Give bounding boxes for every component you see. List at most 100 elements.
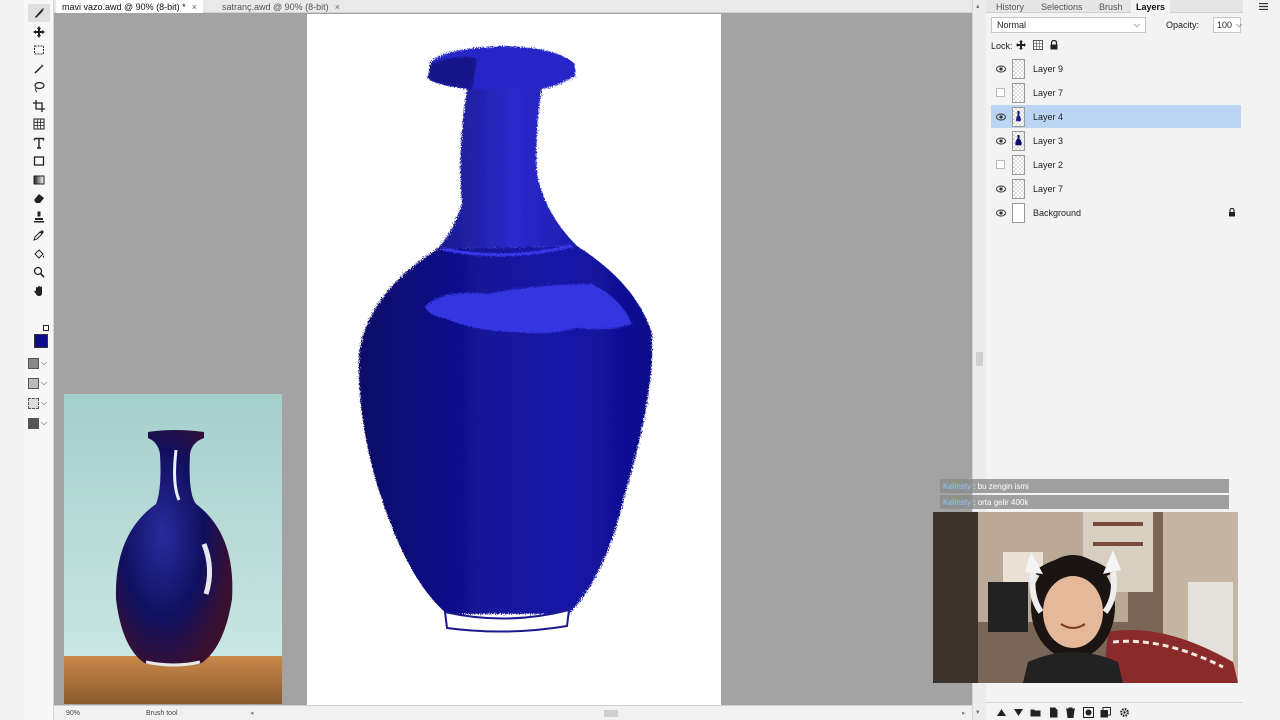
layer-row[interactable]: Layer 9 [991, 57, 1241, 80]
chat-message: Kelinsty : bu zengin ismi [940, 479, 1229, 493]
blend-mode-select[interactable]: Normal ⌵ [991, 17, 1146, 33]
visibility-eye-icon[interactable] [991, 57, 1010, 80]
layer-name: Layer 4 [1033, 111, 1064, 122]
move-layer-down-icon[interactable] [1012, 706, 1024, 718]
scroll-right-icon[interactable]: ▸ [962, 709, 966, 717]
visibility-eye-icon[interactable] [991, 129, 1010, 152]
brush-option-row-2[interactable]: ⌵ [28, 376, 52, 390]
tab-layers[interactable]: Layers [1131, 0, 1171, 13]
foreground-color-swatch[interactable] [34, 334, 48, 348]
move-icon[interactable] [28, 23, 50, 41]
vase-painting[interactable] [307, 14, 721, 705]
grid-icon[interactable] [28, 115, 50, 133]
close-icon[interactable]: × [335, 2, 340, 12]
layer-name: Layer 7 [1033, 87, 1064, 98]
chat-text: bu zengin ismi [977, 481, 1029, 491]
layer-thumbnail [1012, 106, 1025, 127]
tab-mavi-vazo[interactable]: mavi vazo.awd @ 90% (8-bit) * × [56, 0, 203, 13]
brush-icon[interactable] [28, 4, 50, 22]
scroll-left-icon[interactable]: ◂ [250, 709, 254, 717]
brush-mask-icon [28, 417, 39, 429]
rect-select-icon[interactable] [28, 41, 50, 59]
gear-icon[interactable] [1118, 706, 1130, 718]
layer-row[interactable]: Layer 2 [991, 153, 1241, 176]
layer-row[interactable]: Layer 3 [991, 129, 1241, 152]
fill-icon[interactable] [28, 245, 50, 263]
tab-label: satranç.awd @ 90% (8-bit) [222, 1, 329, 12]
opacity-field[interactable]: 100 ⌵ [1213, 17, 1243, 33]
layer-effects-icon[interactable] [1099, 706, 1111, 718]
lasso-icon[interactable] [28, 78, 50, 96]
default-colors-icon[interactable] [43, 325, 49, 331]
layer-row[interactable]: Layer 7 [991, 177, 1241, 200]
layer-row-background[interactable]: Background [991, 201, 1241, 224]
lock-all-icon[interactable] [1049, 40, 1059, 50]
window-edge [0, 0, 24, 720]
text-icon[interactable] [28, 134, 50, 152]
webcam-overlay [933, 512, 1238, 683]
shape-icon[interactable] [28, 152, 50, 170]
horizontal-scroll-thumb[interactable] [604, 710, 618, 717]
layer-row[interactable]: Layer 7 [991, 81, 1241, 104]
blend-mode-value: Normal [997, 20, 1027, 30]
lock-pixels-icon[interactable] [1033, 40, 1043, 50]
brush-texture-icon [28, 377, 39, 389]
lock-position-icon[interactable] [1016, 40, 1026, 50]
new-group-icon[interactable] [1029, 706, 1041, 718]
layer-name: Layer 9 [1033, 63, 1064, 74]
zoom-icon[interactable] [28, 263, 50, 281]
zoom-level[interactable]: 90% [66, 710, 80, 717]
new-layer-icon[interactable] [1047, 706, 1059, 718]
stamp-icon[interactable] [28, 208, 50, 226]
visibility-eye-icon[interactable] [991, 201, 1010, 224]
scroll-down-icon[interactable]: ▾ [976, 708, 980, 716]
brush-option-row-1[interactable]: ⌵ [28, 356, 52, 370]
panel-tabs: History Selections Brush Layers [986, 0, 1243, 13]
tab-selections[interactable]: Selections [1037, 0, 1087, 13]
visibility-checkbox[interactable] [991, 153, 1010, 176]
close-icon[interactable]: × [192, 2, 197, 12]
layer-thumbnail [1012, 202, 1025, 223]
crop-icon[interactable] [28, 97, 50, 115]
layer-thumbnail [1012, 130, 1025, 151]
brush-option-row-4[interactable]: ⌵ [28, 416, 52, 430]
hand-icon[interactable] [28, 282, 50, 300]
layer-thumbnail [1012, 154, 1025, 175]
delete-layer-icon[interactable] [1064, 706, 1076, 718]
tools-panel: ⌵ ⌵ ⌵ ⌵ [24, 0, 54, 720]
chat-separator: : [971, 497, 978, 507]
tab-history[interactable]: History [992, 0, 1028, 13]
chat-username: Kelinsty [943, 481, 972, 491]
chat-separator: : [971, 481, 978, 491]
layer-mask-icon[interactable] [1082, 706, 1094, 718]
panel-menu [1243, 0, 1280, 720]
vertical-scroll-thumb[interactable] [976, 352, 983, 366]
chevron-down-icon: ⌵ [1236, 20, 1243, 29]
layer-name: Layer 7 [1033, 183, 1064, 194]
chevron-down-icon: ⌵ [1133, 20, 1140, 29]
visibility-checkbox[interactable] [991, 81, 1010, 104]
opacity-label: Opacity: [1166, 20, 1200, 30]
lock-icon [1229, 208, 1235, 217]
brush-option-row-3[interactable]: ⌵ [28, 396, 52, 410]
layer-thumbnail [1012, 58, 1025, 79]
tab-brush[interactable]: Brush [1095, 0, 1127, 13]
layer-row-selected[interactable]: Layer 4 [991, 105, 1241, 128]
eyedropper-icon[interactable] [28, 226, 50, 244]
scroll-up-icon[interactable]: ▴ [976, 2, 980, 10]
layer-thumbnail [1012, 82, 1025, 103]
eraser-icon[interactable] [28, 189, 50, 207]
layer-thumbnail [1012, 178, 1025, 199]
visibility-eye-icon[interactable] [991, 177, 1010, 200]
tab-satranc[interactable]: satranç.awd @ 90% (8-bit) × [216, 0, 346, 13]
magic-wand-icon[interactable] [28, 60, 50, 78]
status-bar: 90% Brush tool ◂ ▸ [54, 705, 972, 720]
document-tabs: mavi vazo.awd @ 90% (8-bit) * × satranç.… [54, 0, 972, 13]
move-layer-up-icon[interactable] [995, 706, 1007, 718]
chat-username: Kelinsty [943, 497, 972, 507]
layers-footer [986, 702, 1243, 720]
gradient-icon[interactable] [28, 171, 50, 189]
visibility-eye-icon[interactable] [991, 105, 1010, 128]
lock-label: Lock: [991, 41, 1013, 51]
hamburger-menu-icon[interactable] [1259, 3, 1268, 10]
